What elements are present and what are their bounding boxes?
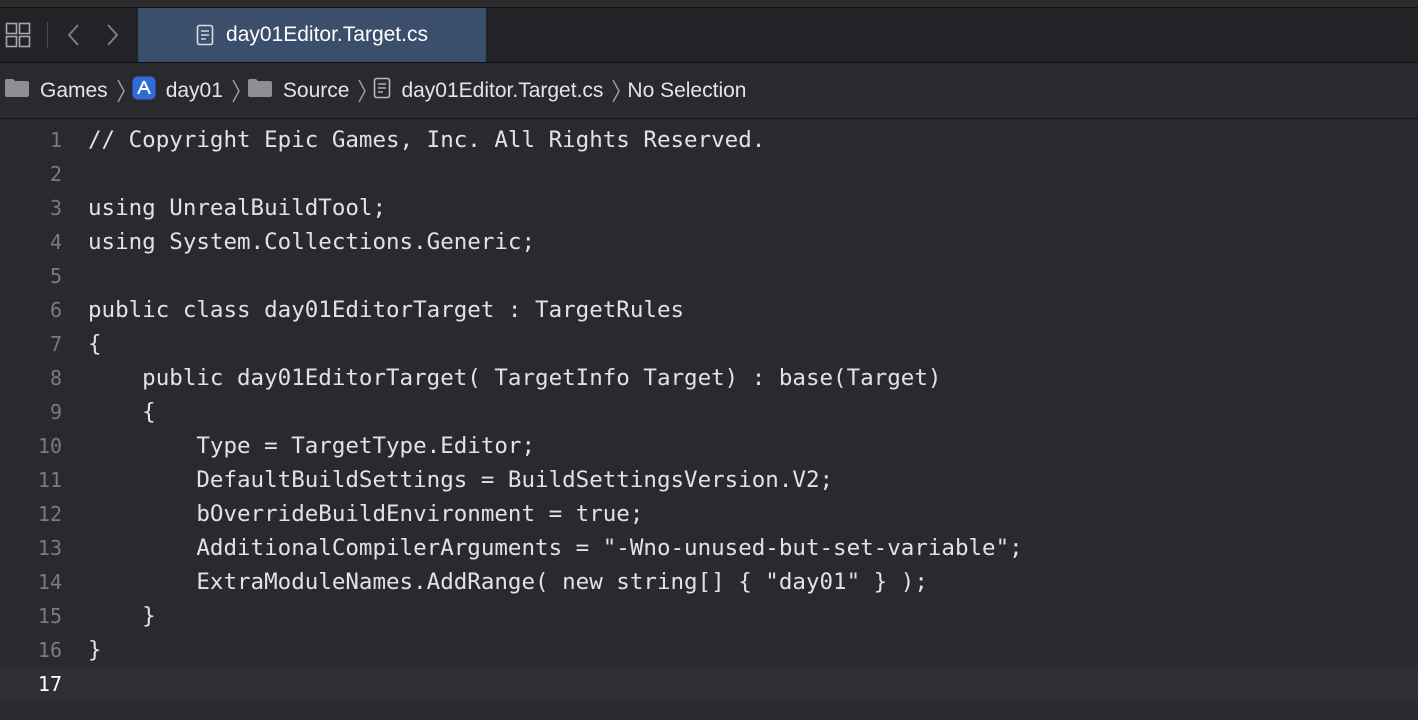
code-text[interactable]: using UnrealBuildTool; — [88, 195, 386, 221]
code-text[interactable]: Type = TargetType.Editor; — [88, 433, 535, 459]
grid-icon[interactable] — [4, 21, 32, 49]
breadcrumb-item-source[interactable]: Source — [247, 78, 350, 104]
code-line[interactable]: 13 AdditionalCompilerArguments = "-Wno-u… — [0, 531, 1418, 565]
line-number: 12 — [37, 502, 62, 526]
code-line[interactable]: 11 DefaultBuildSettings = BuildSettingsV… — [0, 463, 1418, 497]
code-line[interactable]: 9 { — [0, 395, 1418, 429]
chevron-right-icon — [357, 78, 367, 104]
code-line[interactable]: 10 Type = TargetType.Editor; — [0, 429, 1418, 463]
breadcrumb-label: day01 — [165, 78, 223, 102]
breadcrumb-item-symbol[interactable]: No Selection — [627, 79, 746, 103]
line-number: 4 — [49, 230, 62, 254]
code-line[interactable]: 5 — [0, 259, 1418, 293]
line-number: 1 — [49, 128, 62, 152]
code-text[interactable]: bOverrideBuildEnvironment = true; — [88, 501, 643, 527]
tab-bar: day01Editor.Target.cs — [0, 8, 1418, 63]
code-text[interactable]: } — [88, 637, 102, 663]
breadcrumb-label: day01Editor.Target.cs — [401, 78, 604, 102]
code-text[interactable]: DefaultBuildSettings = BuildSettingsVers… — [88, 467, 833, 493]
code-text[interactable]: ExtraModuleNames.AddRange( new string[] … — [88, 569, 928, 595]
tab-active-file[interactable]: day01Editor.Target.cs — [138, 8, 486, 62]
chevron-right-icon — [611, 78, 621, 104]
code-line[interactable]: 14 ExtraModuleNames.AddRange( new string… — [0, 565, 1418, 599]
code-text[interactable]: } — [88, 603, 156, 629]
breadcrumb-item-file[interactable]: day01Editor.Target.cs — [373, 77, 603, 105]
toolbar-divider — [47, 22, 48, 48]
folder-icon — [4, 78, 30, 104]
breadcrumb-label: No Selection — [627, 78, 747, 102]
line-number: 8 — [49, 366, 62, 390]
code-text[interactable]: public class day01EditorTarget : TargetR… — [88, 297, 684, 323]
code-line[interactable]: 17 — [0, 667, 1418, 701]
forward-icon[interactable] — [98, 21, 126, 49]
line-number: 3 — [49, 196, 62, 220]
line-number: 10 — [37, 434, 62, 458]
code-line[interactable]: 1 // Copyright Epic Games, Inc. All Right… — [0, 123, 1418, 157]
breadcrumb-item-day01[interactable]: day01 — [132, 76, 223, 106]
line-number: 15 — [37, 604, 62, 628]
tab-label: day01Editor.Target.cs — [226, 23, 428, 46]
code-text[interactable]: // Copyright Epic Games, Inc. All Rights… — [88, 127, 765, 153]
code-line[interactable]: 6 public class day01EditorTarget : Target… — [0, 293, 1418, 327]
line-number: 14 — [37, 570, 62, 594]
code-text[interactable]: using System.Collections.Generic; — [88, 229, 535, 255]
line-number: 5 — [49, 264, 62, 288]
line-number: 13 — [37, 536, 62, 560]
code-line[interactable]: 4 using System.Collections.Generic; — [0, 225, 1418, 259]
line-number: 7 — [49, 332, 62, 356]
code-line[interactable]: 3 using UnrealBuildTool; — [0, 191, 1418, 225]
code-line[interactable]: 15 } — [0, 599, 1418, 633]
code-line[interactable]: 7{ — [0, 327, 1418, 361]
breadcrumb-label: Source — [282, 78, 350, 102]
code-text[interactable]: public day01EditorTarget( TargetInfo Tar… — [88, 365, 941, 391]
line-number: 11 — [37, 468, 62, 492]
code-line[interactable]: 16} — [0, 633, 1418, 667]
back-icon[interactable] — [60, 21, 88, 49]
folder-icon — [247, 78, 273, 104]
code-line[interactable]: 8 public day01EditorTarget( TargetInfo T… — [0, 361, 1418, 395]
line-number: 16 — [37, 638, 62, 662]
breadcrumb-label: Games — [40, 78, 108, 102]
code-line[interactable]: 12 bOverrideBuildEnvironment = true; — [0, 497, 1418, 531]
document-icon — [196, 24, 214, 46]
line-number: 9 — [49, 400, 62, 424]
code-text[interactable]: { — [88, 399, 156, 425]
code-text[interactable]: { — [88, 331, 102, 357]
window-top-edge — [0, 0, 1418, 8]
app-project-icon — [132, 76, 156, 106]
code-line[interactable]: 2 — [0, 157, 1418, 191]
chevron-right-icon — [116, 78, 126, 104]
line-number: 17 — [37, 672, 62, 696]
breadcrumb: Games day01 Source day01Editor.Target.cs… — [0, 63, 1418, 119]
code-text[interactable]: AdditionalCompilerArguments = "-Wno-unus… — [88, 535, 1022, 561]
code-editor[interactable]: 1 // Copyright Epic Games, Inc. All Right… — [0, 120, 1418, 720]
document-icon — [373, 77, 391, 105]
line-number: 6 — [49, 298, 62, 322]
line-number: 2 — [49, 162, 62, 186]
chevron-right-icon — [231, 78, 241, 104]
breadcrumb-item-games[interactable]: Games — [4, 78, 108, 104]
